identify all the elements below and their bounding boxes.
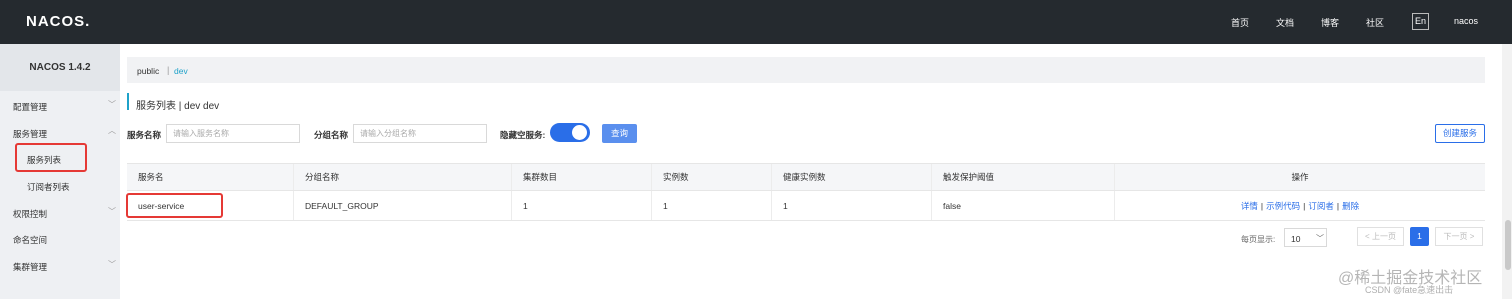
page-size-select[interactable]: 10 ﹀ xyxy=(1284,228,1327,247)
column-header: 服务名 xyxy=(138,172,164,182)
scrollbar-thumb[interactable] xyxy=(1505,220,1511,270)
sample-code-link[interactable]: 示例代码 xyxy=(1266,201,1300,211)
instance-count-cell: 1 xyxy=(651,191,771,220)
language-switch-button[interactable]: En xyxy=(1412,13,1429,30)
title-accent-bar xyxy=(127,93,129,110)
chevron-down-icon: ﹀ xyxy=(1316,234,1324,243)
column-header: 集群数目 xyxy=(511,164,651,190)
group-name-label: 分组名称 xyxy=(314,130,349,140)
delete-link[interactable]: 删除 xyxy=(1342,201,1359,211)
toggle-knob xyxy=(572,125,587,140)
sidebar-item-subscriber-list[interactable]: 订阅者列表 xyxy=(27,181,70,193)
chevron-down-icon[interactable]: ﹀ xyxy=(108,206,116,217)
user-name[interactable]: nacos xyxy=(1454,16,1478,30)
service-name-input[interactable] xyxy=(166,124,300,143)
page-size-label: 每页显示: xyxy=(1241,235,1276,244)
column-header: 实例数 xyxy=(651,164,771,190)
nacos-logo[interactable]: NACOS. xyxy=(26,13,90,30)
next-page-button[interactable]: 下一页 > xyxy=(1435,227,1483,246)
watermark-sub: CSDN @fate急速出击 xyxy=(1365,285,1454,295)
namespace-public[interactable]: public xyxy=(137,66,159,76)
top-navbar: NACOS. 首页 文档 博客 社区 En nacos xyxy=(0,0,1512,44)
column-header: 分组名称 xyxy=(293,164,511,190)
protect-threshold-cell: false xyxy=(931,191,1114,220)
sidebar-item-service-management[interactable]: 服务管理 xyxy=(13,128,47,140)
highlight-box xyxy=(126,193,223,218)
current-page-button[interactable]: 1 xyxy=(1410,227,1429,246)
chevron-down-icon[interactable]: ﹀ xyxy=(108,259,116,270)
namespace-bar: public | dev xyxy=(127,57,1485,83)
column-header: 健康实例数 xyxy=(771,164,931,190)
actions-cell: 详情 | 示例代码 | 订阅者 | 删除 xyxy=(1114,191,1485,220)
query-button[interactable]: 查询 xyxy=(602,124,637,143)
table-row: user-service DEFAULT_GROUP 1 1 1 false 详… xyxy=(127,191,1485,221)
column-header: 操作 xyxy=(1114,164,1485,190)
sidebar-item-cluster-management[interactable]: 集群管理 xyxy=(13,261,47,273)
hide-empty-label: 隐藏空服务: xyxy=(500,130,546,140)
cluster-count-cell: 1 xyxy=(511,191,651,220)
nav-blog[interactable]: 博客 xyxy=(1321,16,1339,30)
namespace-separator: | xyxy=(167,65,170,75)
vertical-scrollbar[interactable] xyxy=(1502,44,1512,299)
nav-community[interactable]: 社区 xyxy=(1366,16,1384,30)
sidebar-item-namespace[interactable]: 命名空间 xyxy=(13,234,47,246)
subscribers-link[interactable]: 订阅者 xyxy=(1308,201,1334,211)
detail-link[interactable]: 详情 xyxy=(1241,201,1258,211)
prev-page-button[interactable]: < 上一页 xyxy=(1357,227,1404,246)
service-name-label: 服务名称 xyxy=(127,130,162,140)
group-name-input[interactable] xyxy=(353,124,487,143)
namespace-dev[interactable]: dev xyxy=(174,66,188,76)
hide-empty-toggle[interactable] xyxy=(550,123,590,142)
page-size-value: 10 xyxy=(1291,234,1301,244)
healthy-count-cell: 1 xyxy=(771,191,931,220)
sidebar-item-access-control[interactable]: 权限控制 xyxy=(13,208,47,220)
table-header: 服务名 分组名称 集群数目 实例数 健康实例数 触发保护阈值 操作 xyxy=(127,163,1485,191)
column-header: 触发保护阈值 xyxy=(931,164,1114,190)
chevron-up-icon[interactable]: ︿ xyxy=(108,125,116,136)
create-service-button[interactable]: 创建服务 xyxy=(1435,124,1485,143)
nav-docs[interactable]: 文档 xyxy=(1276,16,1294,30)
group-cell: DEFAULT_GROUP xyxy=(293,191,511,220)
page-title: 服务列表 | dev dev xyxy=(136,101,220,112)
chevron-down-icon[interactable]: ﹀ xyxy=(108,99,116,110)
highlight-box xyxy=(15,143,87,172)
sidebar-title: NACOS 1.4.2 xyxy=(0,44,120,91)
nav-home[interactable]: 首页 xyxy=(1231,16,1249,30)
sidebar: NACOS 1.4.2 配置管理 ﹀ 服务管理 ︿ 服务列表 订阅者列表 权限控… xyxy=(0,44,120,299)
sidebar-item-config-management[interactable]: 配置管理 xyxy=(13,101,47,113)
